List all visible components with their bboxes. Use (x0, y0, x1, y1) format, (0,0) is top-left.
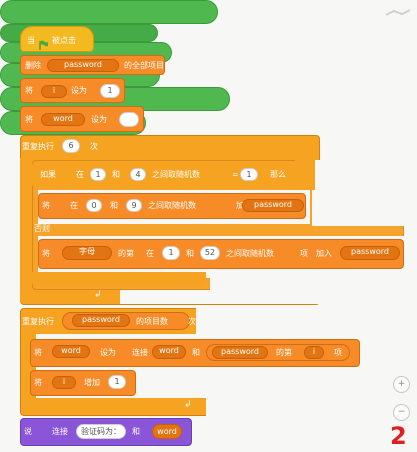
add-label: 将 (42, 201, 50, 210)
list-dropdown[interactable]: password (212, 346, 268, 359)
all-items-label: 的全部项目 (124, 61, 164, 70)
when-flag-clicked-block[interactable]: 当 被点击 (20, 26, 94, 52)
say-text-input[interactable]: 验证码为： (76, 424, 126, 439)
set-label: 将 (25, 86, 33, 95)
pick-random-label: 之间取随机数 (226, 249, 274, 258)
and-label: 和 (110, 201, 118, 210)
list-dropdown[interactable]: password (242, 199, 304, 212)
set-word-block[interactable]: 将 word 设为 (20, 106, 144, 132)
if-else-footer (32, 272, 206, 286)
green-flag-icon (39, 35, 49, 50)
item-label: 项 (300, 249, 308, 258)
repeat2-right-cut (196, 308, 364, 334)
var-i-dropdown[interactable]: i (52, 376, 76, 389)
word-reporter[interactable]: word (152, 345, 186, 359)
item-of-label: 的第 (118, 249, 134, 258)
say-label: 说 (24, 427, 32, 436)
zoom-out-button[interactable]: − (393, 404, 410, 421)
if-label: 如果 (40, 170, 56, 179)
letter-from-input[interactable]: 1 (162, 246, 180, 260)
list-dropdown[interactable]: password (340, 246, 400, 260)
then-label: 那么 (270, 170, 286, 179)
word-reporter[interactable]: word (152, 424, 182, 439)
repeat-label: 重复执行 (22, 142, 54, 151)
random-from-input[interactable]: 1 (90, 168, 106, 181)
loop-arrow-icon: ↲ (94, 290, 102, 300)
set-label: 将 (34, 348, 42, 357)
zoom-in-button[interactable]: + (393, 376, 410, 393)
set-to-label: 设为 (71, 86, 87, 95)
add-label: 将 (42, 249, 50, 258)
join-label: 连接 (52, 427, 68, 436)
set-to-label: 设为 (91, 115, 107, 124)
letter-to-input[interactable]: 52 (200, 246, 220, 260)
times-label: 次 (90, 142, 98, 151)
when-label: 当 (27, 36, 35, 45)
workspace-cut (210, 272, 410, 304)
set-i-block[interactable]: 将 i 设为 1 (20, 78, 125, 103)
item-label: 项 (334, 348, 342, 357)
word-value-input[interactable] (119, 112, 139, 127)
scrollbar-indicator[interactable] (384, 8, 412, 18)
zoom-in-icon: + (397, 379, 406, 389)
set-to-label: 设为 (100, 348, 116, 357)
join-label: 连接 (132, 348, 148, 357)
code-workspace[interactable]: 当 被点击 删除 password 的全部项目 将 i 设为 1 将 word … (0, 0, 417, 452)
else-label: 否则 (34, 224, 50, 233)
var-i-dropdown[interactable]: i (41, 85, 67, 98)
delete-label: 删除 (25, 61, 41, 70)
change-value-input[interactable]: 1 (108, 375, 126, 389)
change-by-label: 增加 (84, 378, 100, 387)
loop-arrow-icon: ↲ (184, 400, 192, 410)
i-value-input[interactable]: 1 (100, 84, 120, 98)
list-dropdown[interactable]: password (72, 314, 130, 327)
letters-list-dropdown[interactable]: 字母 (62, 246, 112, 260)
random-to-input[interactable]: 4 (130, 168, 146, 181)
set-label: 将 (25, 115, 33, 124)
change-label: 将 (34, 378, 42, 387)
var-word-dropdown[interactable]: word (41, 113, 85, 126)
if-right-cut (312, 160, 412, 226)
digit-from-input[interactable]: 0 (86, 199, 102, 212)
and-label: 和 (112, 170, 120, 179)
pick-from-label: 在 (146, 249, 154, 258)
item-of-label: 的第 (276, 348, 292, 357)
length-label: 的项目数 (136, 317, 168, 326)
times-label: 次 (188, 317, 196, 326)
equals-label: = (232, 170, 239, 179)
repeat-footer (20, 290, 116, 304)
flag-clicked-label: 被点击 (52, 36, 76, 45)
digit-to-input[interactable]: 9 (126, 199, 142, 212)
workspace-cut2 (120, 290, 220, 304)
var-word-dropdown[interactable]: word (52, 345, 90, 358)
pick-random-label: 之间取随机数 (152, 170, 200, 179)
list-dropdown[interactable]: password (47, 59, 119, 72)
repeat-label: 重复执行 (22, 317, 54, 326)
repeat2-footer-cut (206, 398, 366, 418)
equals-value-input[interactable]: 1 (240, 168, 258, 181)
repeat-count-input[interactable]: 6 (62, 139, 80, 153)
if-right-cut2 (295, 160, 315, 190)
equals-operator[interactable] (0, 0, 218, 24)
zoom-out-icon: − (397, 407, 406, 417)
add-to-label: 加入 (316, 249, 332, 258)
pick-from-label: 在 (70, 201, 78, 210)
and-label: 和 (186, 249, 194, 258)
pick-from-label: 在 (76, 170, 84, 179)
i-reporter[interactable]: i (304, 346, 324, 359)
and-label: 和 (132, 427, 140, 436)
delete-all-list-block[interactable]: 删除 password 的全部项目 (20, 55, 165, 75)
and-label: 和 (192, 348, 200, 357)
figure-number-badge: 2 (390, 422, 407, 450)
pick-random-label: 之间取随机数 (148, 201, 196, 210)
